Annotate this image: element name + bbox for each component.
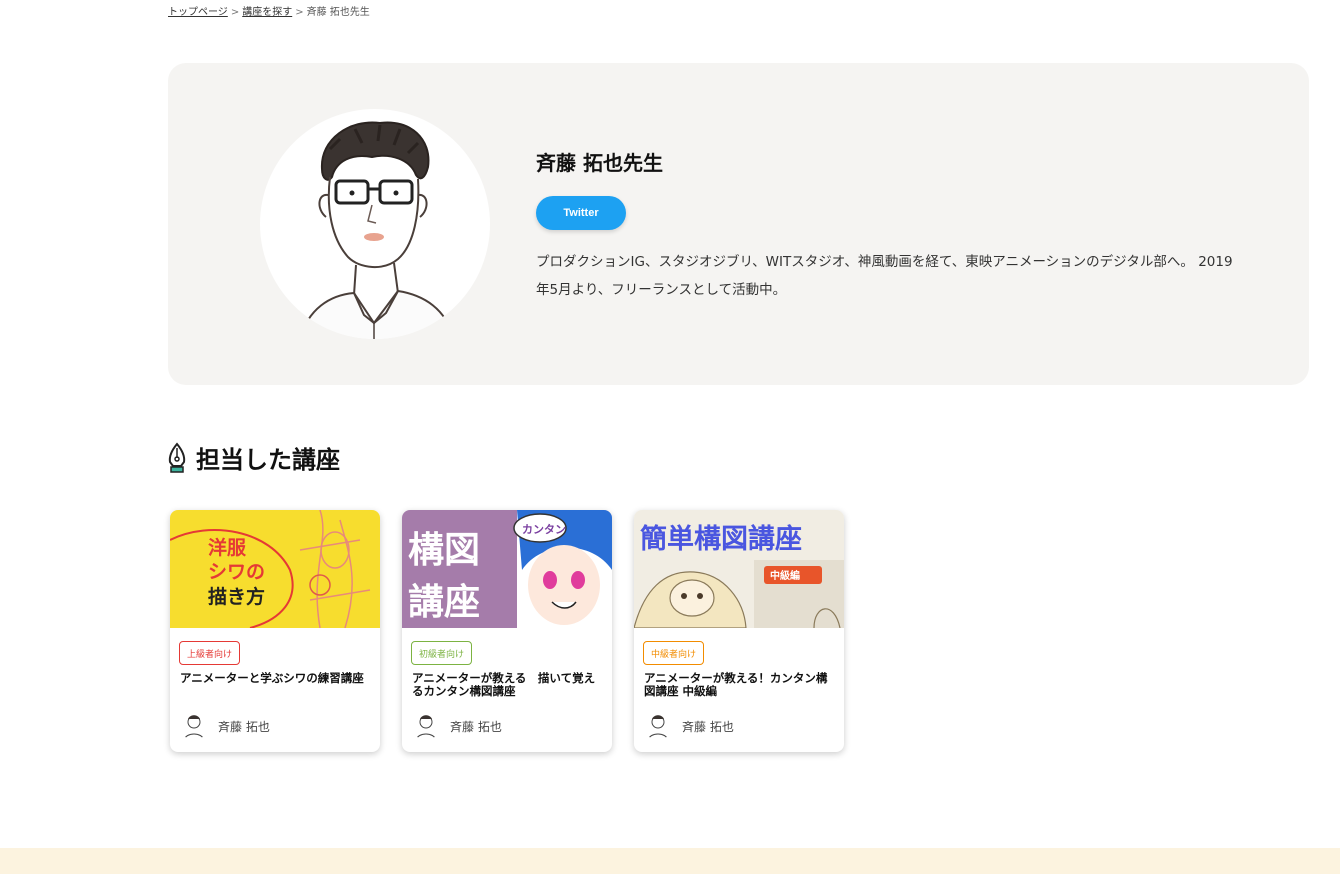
teacher-name: 斉藤 拓也先生 bbox=[536, 151, 663, 175]
thumb-text: カンタン bbox=[522, 523, 566, 536]
courses-section-heading: 担当した講座 bbox=[166, 440, 340, 475]
course-author: 斉藤 拓也 bbox=[180, 712, 270, 740]
footer-band bbox=[0, 848, 1340, 874]
pen-nib-icon bbox=[168, 441, 186, 473]
author-name: 斉藤 拓也 bbox=[682, 719, 734, 734]
course-title[interactable]: アニメーターが教える！カンタン構図講座 中級編 bbox=[644, 672, 836, 698]
thumb-text: シワの bbox=[208, 561, 265, 583]
course-card[interactable]: カンタン 構図 講座 初級者向け アニメーターが教える 描いて覚えるカンタン構図… bbox=[402, 510, 612, 752]
breadcrumb-separator: > bbox=[295, 7, 304, 18]
teacher-avatar bbox=[260, 109, 490, 339]
teacher-portrait-illustration bbox=[299, 121, 455, 339]
level-badge: 上級者向け bbox=[179, 641, 241, 665]
profile-card: 斉藤 拓也先生 Twitter プロダクションIG、スタジオジブリ、WITスタジ… bbox=[168, 63, 1309, 385]
course-thumbnail[interactable]: 簡単構図講座 中級編 bbox=[634, 510, 844, 628]
breadcrumb: トップページ > 講座を探す > 斉藤 拓也先生 bbox=[168, 3, 370, 18]
breadcrumb-link-search[interactable]: 講座を探す bbox=[242, 7, 292, 18]
section-title: 担当した講座 bbox=[196, 446, 340, 474]
course-thumbnail-illustration: 簡単構図講座 中級編 bbox=[634, 510, 844, 628]
course-card[interactable]: 洋服 シワの 描き方 上級者向け アニメーターと学ぶシワの練習講座 斉藤 拓也 bbox=[170, 510, 380, 752]
course-thumbnail-illustration: 洋服 シワの 描き方 bbox=[170, 510, 380, 628]
course-author: 斉藤 拓也 bbox=[644, 712, 734, 740]
breadcrumb-current: 斉藤 拓也先生 bbox=[306, 7, 370, 18]
course-thumbnail-illustration: カンタン 構図 講座 bbox=[402, 510, 612, 628]
level-badge: 中級者向け bbox=[643, 641, 705, 665]
thumb-text: 簡単構図講座 bbox=[640, 523, 802, 555]
author-name: 斉藤 拓也 bbox=[450, 719, 502, 734]
level-badge: 初級者向け bbox=[411, 641, 473, 665]
thumb-text: 講座 bbox=[408, 581, 480, 623]
course-thumbnail[interactable]: カンタン 構図 講座 bbox=[402, 510, 612, 628]
thumb-text: 構図 bbox=[408, 530, 480, 571]
thumb-text: 中級編 bbox=[770, 569, 800, 582]
author-avatar bbox=[180, 712, 208, 740]
course-author: 斉藤 拓也 bbox=[412, 712, 502, 740]
author-avatar bbox=[412, 712, 440, 740]
course-thumbnail[interactable]: 洋服 シワの 描き方 bbox=[170, 510, 380, 628]
breadcrumb-separator: > bbox=[230, 7, 240, 18]
author-avatar bbox=[644, 712, 672, 740]
breadcrumb-link-top[interactable]: トップページ bbox=[168, 7, 228, 18]
author-name: 斉藤 拓也 bbox=[218, 719, 270, 734]
teacher-bio: プロダクションIG、スタジオジブリ、WITスタジオ、神風動画を経て、東映アニメー… bbox=[536, 254, 1233, 298]
twitter-button[interactable]: Twitter bbox=[536, 196, 626, 230]
course-title[interactable]: アニメーターが教える 描いて覚えるカンタン構図講座 bbox=[412, 672, 604, 698]
thumb-text: 洋服 bbox=[208, 536, 247, 559]
thumb-text: 描き方 bbox=[208, 585, 265, 608]
course-card[interactable]: 簡単構図講座 中級編 中級者向け アニメーターが教える！カンタン構図講座 中級編… bbox=[634, 510, 844, 752]
course-title[interactable]: アニメーターと学ぶシワの練習講座 bbox=[180, 672, 372, 685]
